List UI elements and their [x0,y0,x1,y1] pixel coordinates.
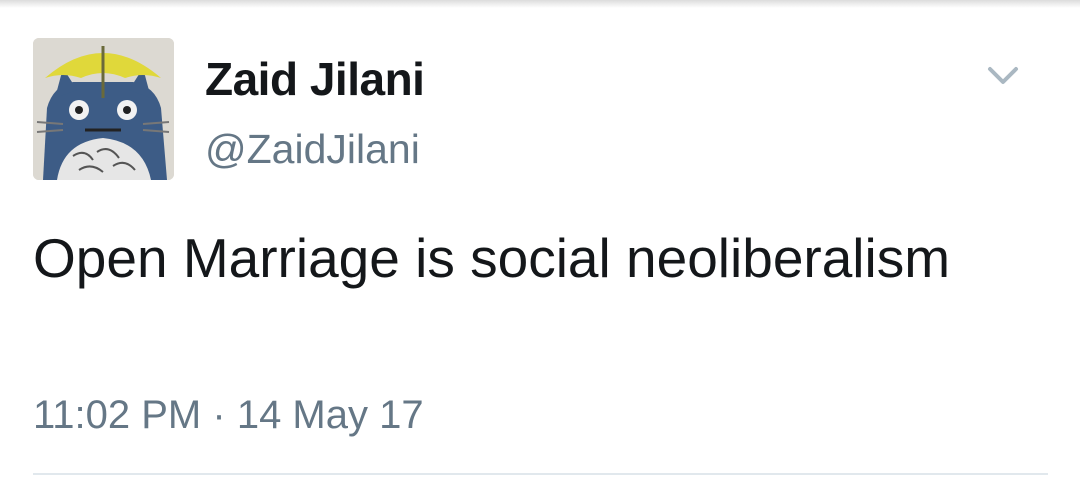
timestamp-separator: · [212,393,226,437]
user-handle[interactable]: @ZaidJilani [205,126,420,173]
tweet-text: Open Marriage is social neoliberalism [33,227,951,289]
avatar[interactable] [33,38,174,180]
timestamp[interactable]: 11:02 PM · 14 May 17 [33,393,424,438]
tweet-time: 11:02 PM [33,393,202,437]
display-name[interactable]: Zaid Jilani [205,52,425,106]
chevron-down-icon[interactable] [986,64,1020,88]
top-shadow [0,0,1080,8]
avatar-image [33,38,174,180]
tweet-date: 14 May 17 [236,393,424,437]
divider [33,473,1048,475]
